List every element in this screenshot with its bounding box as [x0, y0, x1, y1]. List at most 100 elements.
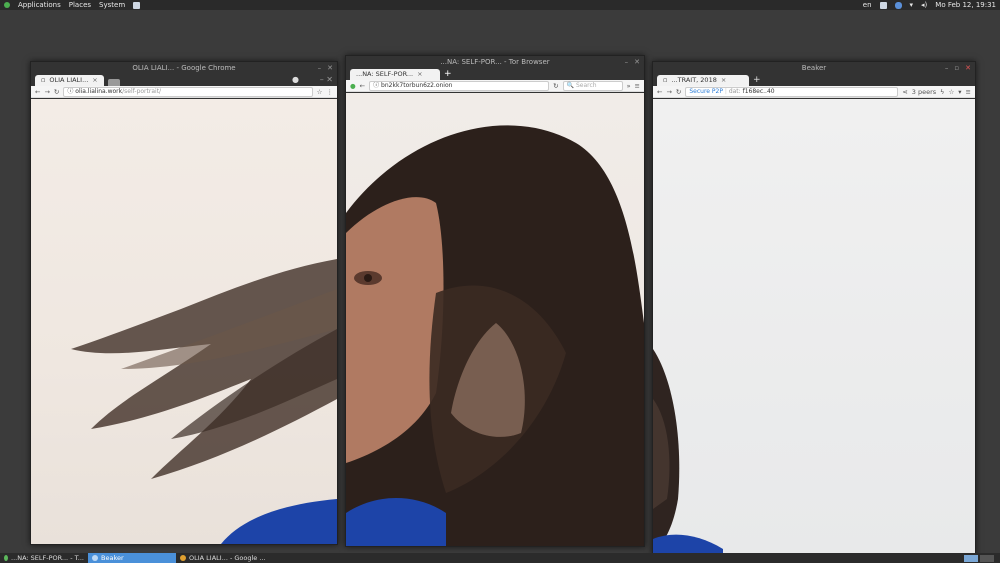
task-label: Beaker: [101, 554, 124, 562]
beaker-window[interactable]: Beaker – ▫ ✕ ▫ ...TRAIT, 2018 × + ← → ↻ Se…: [652, 61, 976, 555]
beaker-toolbar: ← → ↻ Secure P2P | dat: f168ec..40 ⋖ 3 p…: [653, 86, 975, 98]
menu-system[interactable]: System: [99, 1, 125, 9]
close-icon[interactable]: ✕: [634, 58, 640, 66]
clipboard-icon[interactable]: [879, 1, 887, 9]
more-icon[interactable]: ⋮: [327, 88, 334, 96]
bottom-taskbar: ...NA: SELF-POR... - T... Beaker OLIA LI…: [0, 553, 1000, 563]
page-icon: ▫: [41, 76, 46, 84]
menu-places[interactable]: Places: [69, 1, 91, 9]
close-icon[interactable]: ✕: [965, 64, 971, 72]
hamburger-menu-icon[interactable]: ≡: [966, 88, 971, 96]
task-chrome[interactable]: OLIA LIALI... - Google ...: [176, 553, 274, 563]
tor-window-title: ...NA: SELF-POR... - Tor Browser: [440, 58, 550, 66]
bookmark-star-icon[interactable]: ☆: [317, 88, 323, 96]
tab-close-icon[interactable]: ×: [721, 75, 726, 86]
bluetooth-icon[interactable]: [894, 1, 902, 9]
back-icon[interactable]: ←: [657, 88, 662, 96]
chrome-address-bar[interactable]: ⓘ olia.lialina.work/self-portrait/: [63, 86, 313, 97]
tab-close-icon[interactable]: ×: [92, 75, 97, 86]
reload-icon[interactable]: ↻: [676, 88, 681, 96]
task-label: ...NA: SELF-POR... - T...: [11, 554, 84, 562]
overflow-icon[interactable]: »: [627, 82, 631, 90]
tor-window[interactable]: ...NA: SELF-POR... - Tor Browser – ✕ ...N…: [345, 55, 645, 547]
url-host: olia.lialina.work: [75, 87, 123, 95]
beaker-tab-strip: ▫ ...TRAIT, 2018 × +: [653, 74, 975, 86]
beaker-tab-label: ...TRAIT, 2018: [671, 76, 717, 84]
minimize-icon[interactable]: –: [945, 64, 949, 72]
top-panel: Applications Places System en ▾ ◂) Mo Fe…: [0, 0, 1000, 10]
tor-tab-strip: ...NA: SELF-POR... × +: [346, 68, 644, 80]
photo-hair-beaker: [653, 349, 723, 554]
bookmark-star-icon[interactable]: ☆: [948, 88, 954, 96]
chrome-window[interactable]: OLIA LIALI... - Google Chrome – ✕ ▫ OLIA …: [30, 61, 338, 545]
workspace-1[interactable]: [964, 554, 978, 562]
chrome-task-icon: [180, 555, 186, 561]
dat-scheme: dat:: [728, 87, 741, 95]
chrome-titlebar[interactable]: OLIA LIALI... - Google Chrome – ✕: [31, 62, 337, 74]
tor-tab-active[interactable]: ...NA: SELF-POR... ×: [350, 69, 440, 80]
menu-applications[interactable]: Applications: [18, 1, 61, 9]
beaker-window-title: Beaker: [801, 64, 827, 72]
tor-task-icon: [4, 555, 9, 561]
share-icon[interactable]: ⋖: [902, 88, 907, 96]
chrome-tab-active[interactable]: ▫ OLIA LIALI... ×: [35, 75, 104, 86]
tor-page-content: [346, 93, 644, 546]
dropdown-icon[interactable]: ▾: [958, 88, 961, 96]
workspace-2[interactable]: [980, 554, 994, 562]
url-path: /self-portrait/: [122, 87, 162, 95]
chrome-window-title: OLIA LIALI... - Google Chrome: [132, 64, 236, 72]
task-tor[interactable]: ...NA: SELF-POR... - T...: [0, 553, 88, 563]
incognito-icon[interactable]: ●: [292, 75, 299, 84]
beaker-task-icon: [92, 555, 98, 561]
tor-tab-label: ...NA: SELF-POR...: [356, 70, 414, 78]
beaker-new-tab-button[interactable]: +: [753, 75, 761, 86]
forward-icon[interactable]: →: [666, 88, 671, 96]
clock[interactable]: Mo Feb 12, 19:31: [935, 1, 996, 9]
search-placeholder: Search: [575, 81, 597, 89]
hamburger-menu-icon[interactable]: ≡: [635, 82, 640, 90]
secure-p2p-label: Secure P2P: [689, 87, 723, 95]
back-icon[interactable]: ←: [35, 88, 40, 96]
peers-count[interactable]: 3 peers: [912, 88, 936, 96]
dat-url: f168ec..40: [742, 87, 775, 95]
chrome-new-tab-button[interactable]: [107, 79, 120, 86]
beaker-page-content: [653, 99, 975, 554]
lightning-icon[interactable]: ϟ: [940, 88, 944, 96]
minimize-icon[interactable]: –: [318, 64, 322, 72]
chrome-tab-label: OLIA LIALI...: [49, 76, 89, 84]
beaker-address-bar[interactable]: Secure P2P | dat: f168ec..40: [685, 86, 899, 97]
wifi-icon[interactable]: ▾: [910, 1, 914, 9]
photo-hair-chrome: [71, 259, 337, 544]
tor-toolbar: ● ← ⓘ bn2kk7torbun6z2.onion ↻ 🔍 Search »…: [346, 80, 644, 92]
reload-icon[interactable]: ↻: [553, 82, 558, 90]
tor-search-box[interactable]: 🔍 Search: [562, 80, 623, 91]
tor-address-bar[interactable]: ⓘ bn2kk7torbun6z2.onion: [369, 80, 550, 91]
workspace-switcher[interactable]: [964, 554, 994, 562]
keyboard-layout[interactable]: en: [863, 1, 872, 9]
task-label: OLIA LIALI... - Google ...: [189, 554, 266, 562]
forward-icon[interactable]: →: [44, 88, 49, 96]
tab-close-icon[interactable]: ×: [417, 69, 422, 80]
window-controls-icon[interactable]: – ✕: [320, 75, 333, 84]
volume-icon[interactable]: ◂): [921, 1, 927, 9]
tor-new-tab-button[interactable]: +: [444, 69, 452, 80]
chrome-page-content: [31, 99, 337, 544]
tor-titlebar[interactable]: ...NA: SELF-POR... - Tor Browser – ✕: [346, 56, 644, 68]
back-icon[interactable]: ←: [360, 82, 365, 90]
close-icon[interactable]: ✕: [327, 64, 333, 72]
maximize-icon[interactable]: ▫: [954, 64, 959, 72]
task-beaker[interactable]: Beaker: [88, 553, 176, 563]
page-icon: ▫: [663, 76, 668, 84]
beaker-titlebar[interactable]: Beaker – ▫ ✕: [653, 62, 975, 74]
apps-logo-icon[interactable]: [4, 2, 10, 8]
chrome-tab-strip: ▫ OLIA LIALI... × ● – ✕: [31, 74, 337, 86]
browser-launcher-icon[interactable]: [133, 1, 141, 9]
beaker-tab-active[interactable]: ▫ ...TRAIT, 2018 ×: [657, 75, 749, 86]
photo-portrait-tor: [346, 125, 644, 546]
reload-icon[interactable]: ↻: [54, 88, 59, 96]
onion-url: bn2kk7torbun6z2.onion: [381, 81, 453, 89]
info-icon: ⓘ: [373, 81, 382, 89]
minimize-icon[interactable]: –: [625, 58, 629, 66]
chrome-toolbar: ← → ↻ ⓘ olia.lialina.work/self-portrait/…: [31, 86, 337, 98]
onion-icon[interactable]: ●: [350, 82, 356, 90]
